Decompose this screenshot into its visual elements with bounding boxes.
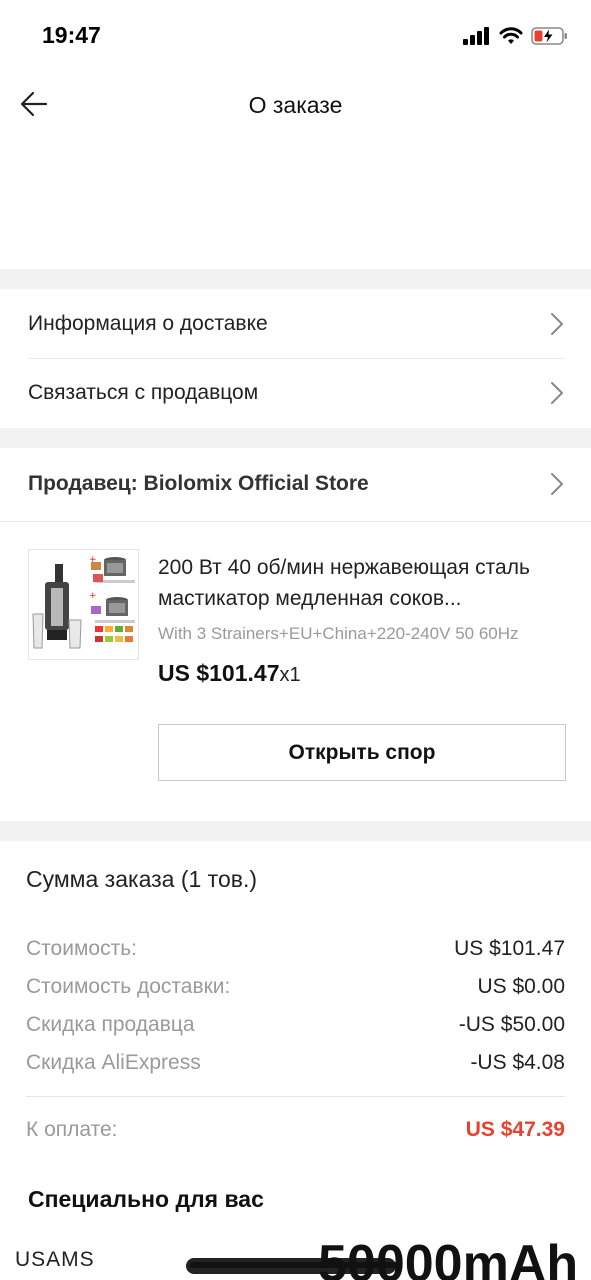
seller-label: Продавец: Biolomix Official Store <box>28 472 369 495</box>
summary-row-value: -US $50.00 <box>458 1013 565 1036</box>
product-price: US $101.47 <box>158 660 280 686</box>
total-label: К оплате: <box>26 1118 118 1141</box>
product-variant: With 3 Strainers+EU+China+220-240V 50 60… <box>158 624 519 643</box>
chevron-right-icon <box>551 473 563 495</box>
product-title[interactable]: 200 Вт 40 об/мин нержавеющая сталь масти… <box>158 552 568 614</box>
chevron-right-icon <box>551 382 563 404</box>
promo-text: 50000mAh <box>318 1238 579 1280</box>
home-indicator[interactable] <box>190 1262 402 1268</box>
juicer-product-image: + + <box>29 550 138 659</box>
section-separator <box>0 821 591 841</box>
summary-row-label: Скидка продавца <box>26 1013 195 1036</box>
battery-charging-icon <box>531 27 567 45</box>
summary-row: Скидка продавца -US $50.00 <box>26 1010 565 1040</box>
signal-icon <box>463 27 489 45</box>
nav-bar: О заказе <box>0 70 591 140</box>
back-button[interactable] <box>14 84 54 124</box>
summary-row: Стоимость: US $101.47 <box>26 934 565 964</box>
product-price-line: US $101.47x1 <box>158 660 301 687</box>
chevron-right-icon <box>551 313 563 335</box>
product-quantity: x1 <box>279 664 301 686</box>
status-bar: 19:47 <box>0 0 591 70</box>
summary-row-label: Стоимость доставки: <box>26 975 231 998</box>
status-icons <box>463 26 569 46</box>
wifi-icon <box>499 27 523 44</box>
product-image[interactable]: + + <box>28 549 139 660</box>
svg-text:+: + <box>89 591 97 601</box>
section-separator <box>0 428 591 448</box>
section-separator <box>0 269 591 289</box>
delivery-info-label: Информация о доставке <box>28 312 268 335</box>
summary-row: Скидка AliExpress -US $4.08 <box>26 1048 565 1078</box>
open-dispute-button[interactable]: Открыть спор <box>158 724 566 781</box>
total-row: К оплате: US $47.39 <box>26 1115 565 1145</box>
page-title: О заказе <box>248 92 343 118</box>
order-summary-title: Сумма заказа (1 тов.) <box>26 866 257 892</box>
arrow-left-icon <box>20 91 48 117</box>
summary-row-value: -US $4.08 <box>470 1051 565 1074</box>
status-time: 19:47 <box>42 22 101 48</box>
contact-seller-row[interactable]: Связаться с продавцом <box>28 359 565 427</box>
recommendations-title: Специально для вас <box>28 1186 264 1212</box>
summary-row-label: Скидка AliExpress <box>26 1051 201 1074</box>
summary-row-label: Стоимость: <box>26 937 137 960</box>
seller-row[interactable]: Продавец: Biolomix Official Store <box>28 448 565 520</box>
contact-seller-label: Связаться с продавцом <box>28 381 259 404</box>
delivery-info-row[interactable]: Информация о доставке <box>28 290 565 358</box>
row-divider <box>0 521 591 522</box>
summary-row: Стоимость доставки: US $0.00 <box>26 972 565 1002</box>
promo-banner[interactable]: USAMS 50000mAh <box>0 1238 591 1280</box>
summary-divider <box>26 1096 565 1097</box>
summary-row-value: US $101.47 <box>454 937 565 960</box>
summary-row-value: US $0.00 <box>477 975 565 998</box>
promo-brand: USAMS <box>15 1248 95 1271</box>
total-value: US $47.39 <box>465 1118 565 1141</box>
